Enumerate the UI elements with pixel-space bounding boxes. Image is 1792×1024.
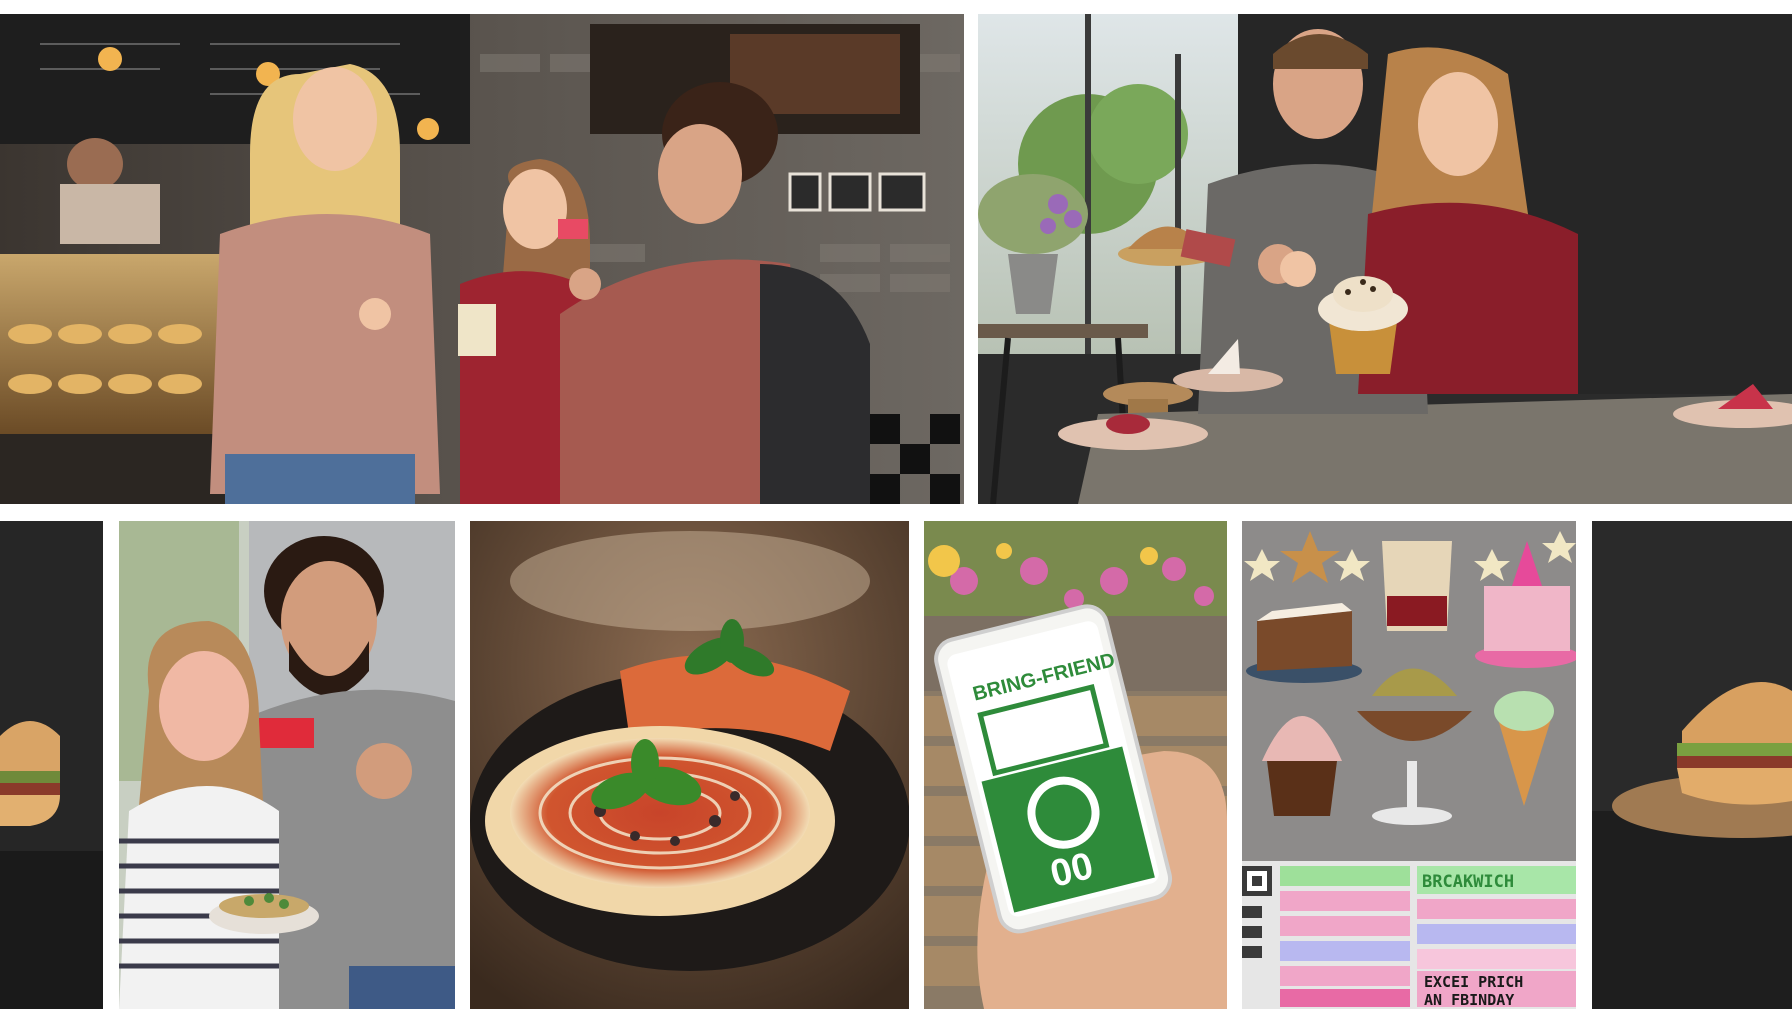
photo-father-daughter-card bbox=[119, 521, 455, 1009]
photo-burger-board bbox=[1592, 521, 1792, 1009]
photo-collage: BRING-FRIEND 00 BRCAKWICH EXCEI PRICH AN… bbox=[0, 0, 1792, 1024]
menu-board-row-6: AN FBINDAY bbox=[1424, 991, 1514, 1009]
menu-board-row-1: BRCAKWICH bbox=[1422, 872, 1514, 892]
photo-phone-bring-friend: BRING-FRIEND 00 bbox=[924, 521, 1227, 1009]
photo-dessert-menu: BRCAKWICH EXCEI PRICH AN FBINDAY bbox=[1242, 521, 1576, 1009]
photo-burger-left bbox=[0, 521, 103, 1009]
photo-pizza-basil bbox=[470, 521, 909, 1009]
photo-bakery-friends bbox=[0, 14, 964, 504]
photo-cafe-couple-desserts bbox=[978, 14, 1792, 504]
menu-board-row-5: EXCEI PRICH bbox=[1424, 973, 1523, 991]
